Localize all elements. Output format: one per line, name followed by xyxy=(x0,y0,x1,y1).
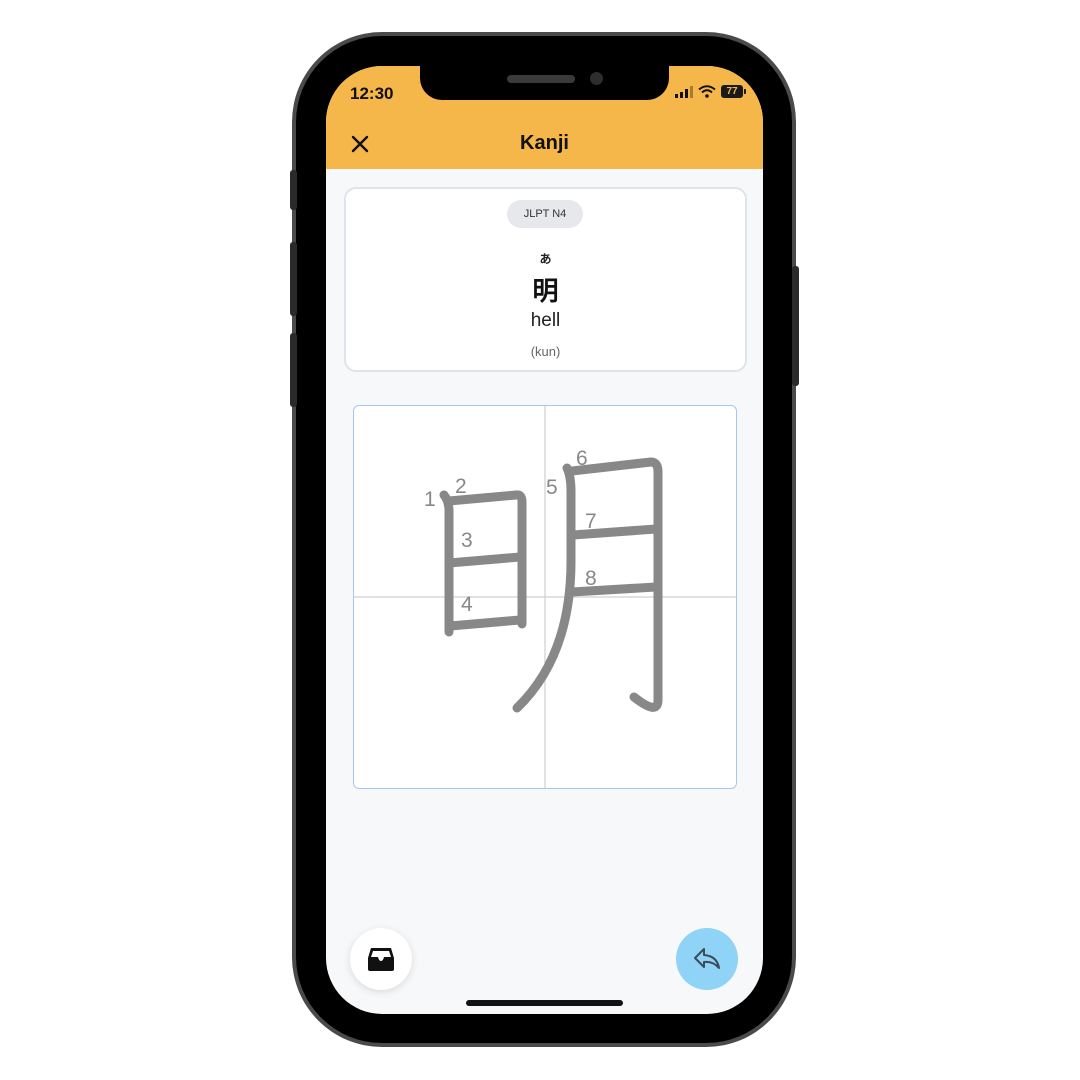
home-indicator xyxy=(466,1000,623,1006)
mute-switch xyxy=(290,170,297,210)
stroke-number-2: 2 xyxy=(455,475,467,498)
inbox-button[interactable] xyxy=(350,928,412,990)
stroke-order-diagram: 1 2 3 4 5 6 7 8 xyxy=(354,406,736,788)
stroke-order-canvas[interactable]: 1 2 3 4 5 6 7 8 xyxy=(353,405,737,789)
stroke-4 xyxy=(445,615,525,631)
stroke-number-5: 5 xyxy=(546,476,558,499)
stroke-number-7: 7 xyxy=(585,510,597,533)
app-header: 12:30 77 Kanji xyxy=(326,66,763,169)
page-title: Kanji xyxy=(520,132,569,154)
battery-icon: 77 xyxy=(721,85,746,98)
phone-screen: 12:30 77 Kanji JLPT N4 あ 明 hell (kun) 1 … xyxy=(326,66,763,1014)
reading-type: (kun) xyxy=(530,344,561,359)
status-time: 12:30 xyxy=(350,84,394,103)
notch xyxy=(420,66,669,100)
power-button xyxy=(792,266,799,386)
undo-arrow-icon xyxy=(694,948,720,969)
stroke-number-1: 1 xyxy=(424,488,436,511)
jlpt-level-badge: JLPT N4 xyxy=(507,200,583,228)
volume-up-button xyxy=(290,242,297,316)
signal-icon xyxy=(675,85,693,98)
kanji-character: 明 xyxy=(532,276,559,306)
wifi-icon xyxy=(698,85,716,98)
kana-reading: あ xyxy=(539,252,552,266)
camera xyxy=(590,72,603,85)
undo-button[interactable] xyxy=(676,928,738,990)
inbox-tray-icon xyxy=(368,948,394,971)
stroke-3 xyxy=(444,552,525,568)
stroke-number-6: 6 xyxy=(576,447,588,470)
kanji-info-card: JLPT N4 あ 明 hell (kun) xyxy=(344,187,747,372)
kanji-meaning: hell xyxy=(530,310,561,331)
volume-down-button xyxy=(290,333,297,407)
stroke-number-3: 3 xyxy=(461,529,473,552)
status-icons: 77 xyxy=(675,85,746,98)
stroke-number-8: 8 xyxy=(585,567,597,590)
speaker xyxy=(507,75,575,83)
stroke-number-4: 4 xyxy=(461,593,473,616)
